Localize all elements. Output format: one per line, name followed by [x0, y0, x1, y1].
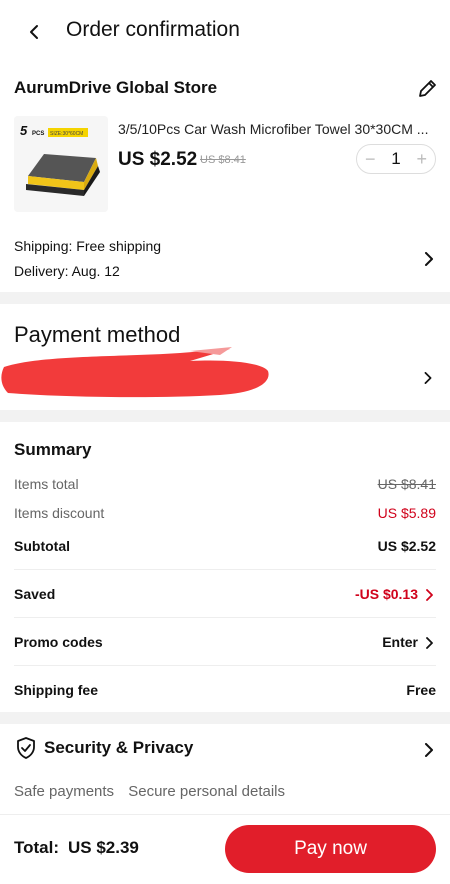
row-separator: [14, 617, 436, 618]
promo-codes-label: Promo codes: [14, 634, 103, 650]
items-discount-row: Items discount US $5.89: [14, 505, 436, 527]
section-divider: [0, 410, 450, 422]
items-total-label: Items total: [14, 476, 79, 492]
section-divider: [0, 292, 450, 304]
payment-chevron-right-icon[interactable]: [422, 372, 434, 384]
saved-row[interactable]: Saved -US $0.13: [14, 586, 436, 608]
header-bar: Order confirmation: [0, 0, 450, 68]
checkout-bar: Total: US $2.39 Pay now: [0, 814, 450, 884]
thumb-pcs: PCS: [32, 131, 44, 137]
items-total-value: US $8.41: [377, 476, 436, 492]
saved-value: -US $0.13: [354, 586, 418, 602]
delivery-text: Delivery: Aug. 12: [14, 263, 120, 279]
items-discount-label: Items discount: [14, 505, 105, 521]
shipping-fee-value: Free: [406, 682, 436, 698]
product-old-price: US $8.41: [200, 154, 246, 166]
thumb-badge: 5: [20, 123, 28, 138]
promo-enter-link[interactable]: Enter: [382, 634, 418, 650]
quantity-value[interactable]: 1: [391, 149, 400, 169]
increase-quantity-button[interactable]: +: [416, 150, 427, 168]
security-privacy-title[interactable]: Security & Privacy: [44, 738, 193, 758]
store-name: AurumDrive Global Store: [14, 78, 218, 97]
items-discount-value: US $5.89: [377, 505, 436, 521]
security-items: Safe payments Secure personal details: [14, 783, 295, 800]
total-value: US $2.39: [68, 838, 139, 857]
summary-title: Summary: [14, 440, 92, 459]
saved-label: Saved: [14, 586, 56, 602]
subtotal-value: US $2.52: [377, 538, 436, 554]
product-name[interactable]: 3/5/10Pcs Car Wash Microfiber Towel 30*3…: [118, 121, 438, 137]
shipping-chevron-right-icon[interactable]: [422, 252, 436, 266]
secure-details-text: Secure personal details: [128, 783, 285, 800]
store-row: AurumDrive Global Store: [14, 78, 438, 104]
shield-check-icon: [17, 737, 35, 759]
promo-codes-row[interactable]: Promo codes Enter: [14, 634, 436, 656]
page-title: Order confirmation: [66, 18, 240, 41]
section-divider: [0, 712, 450, 724]
redacted-payment-info: [1, 347, 269, 398]
pencil-icon: [419, 80, 436, 97]
product-thumbnail[interactable]: 5 PCS SIZE:30*60CM: [14, 116, 108, 212]
saved-chevron-right-icon[interactable]: [424, 589, 434, 601]
shipping-fee-label: Shipping fee: [14, 682, 98, 698]
back-button[interactable]: [22, 20, 46, 44]
security-chevron-right-icon[interactable]: [422, 743, 436, 757]
shipping-fee-row: Shipping fee Free: [14, 682, 436, 704]
safe-payments-text: Safe payments: [14, 783, 115, 800]
pay-now-button[interactable]: Pay now: [225, 825, 436, 873]
edit-button[interactable]: [416, 78, 438, 100]
thumb-size: SIZE:30*60CM: [50, 131, 83, 137]
shipping-text: Shipping: Free shipping: [14, 238, 162, 254]
items-total-row: Items total US $8.41: [14, 476, 436, 498]
product-card[interactable]: 5 PCS SIZE:30*60CM 3/5/10Pcs Car Wash Mi…: [14, 116, 438, 214]
promo-chevron-right-icon[interactable]: [424, 637, 434, 649]
total-label: Total:: [14, 838, 60, 857]
quantity-stepper: − 1 +: [356, 144, 436, 174]
subtotal-label: Subtotal: [14, 538, 70, 554]
row-separator: [14, 569, 436, 570]
subtotal-row: Subtotal US $2.52: [14, 538, 436, 560]
product-price: US $2.52: [118, 149, 198, 170]
row-separator: [14, 665, 436, 666]
chevron-left-icon: [30, 25, 38, 39]
decrease-quantity-button[interactable]: −: [365, 150, 376, 168]
